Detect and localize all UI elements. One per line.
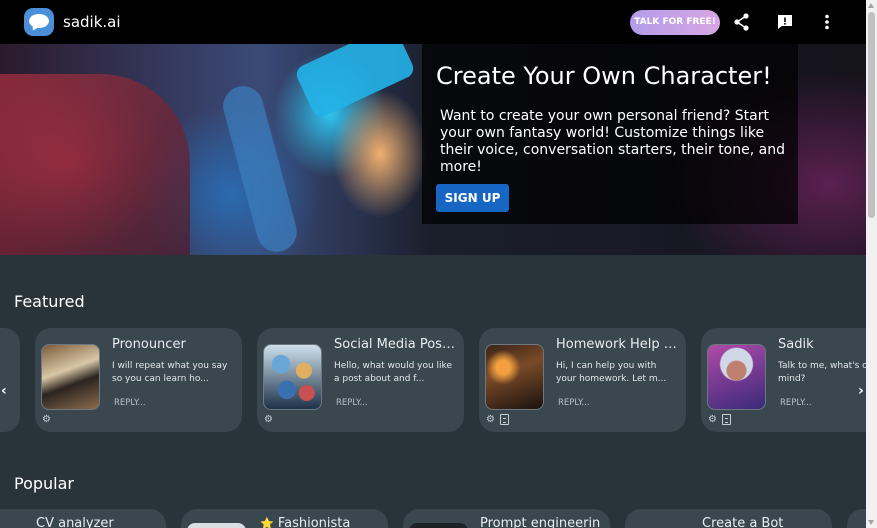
- card-name: Prompt engineerin: [480, 516, 601, 528]
- hero-panel: Create Your Own Character! Want to creat…: [422, 44, 798, 224]
- card-name: Homework Help AI...: [556, 337, 681, 352]
- sign-up-button[interactable]: SIGN UP: [436, 184, 509, 212]
- avatar: [485, 344, 544, 410]
- card-description: Hello, what would you like a post about …: [334, 361, 452, 384]
- popular-card-partial[interactable]: [847, 509, 866, 528]
- reply-link[interactable]: REPLY...: [558, 398, 590, 408]
- hero-image-tube: [218, 81, 302, 255]
- hero-image-helmet: [293, 44, 417, 120]
- carousel-next-icon[interactable]: ›: [858, 383, 864, 399]
- logo-icon[interactable]: [24, 8, 54, 36]
- avatar: [409, 523, 468, 528]
- card-description: I will repeat what you say so you can le…: [112, 361, 228, 384]
- featured-card-homework-help[interactable]: Homework Help AI... Hi, I can help you w…: [479, 328, 686, 432]
- card-badges: ⚙: [41, 414, 52, 426]
- reply-link[interactable]: REPLY...: [780, 398, 812, 408]
- popular-carousel: CV analyzer ⭐ Fashionista Prompt enginee…: [0, 509, 866, 528]
- card-name: Sadik: [778, 337, 814, 352]
- page-scrollbar[interactable]: [866, 0, 877, 528]
- carousel-prev-icon[interactable]: ‹: [1, 383, 7, 399]
- featured-card-pronouncer[interactable]: Pronouncer I will repeat what you say so…: [35, 328, 242, 432]
- featured-carousel: Pronouncer I will repeat what you say so…: [0, 328, 866, 432]
- avatar: [263, 344, 322, 410]
- popular-card-prompt-engineering[interactable]: Prompt engineerin: [403, 509, 610, 528]
- avatar: [41, 344, 100, 410]
- featured-section-title: Featured: [14, 292, 85, 311]
- more-vert-icon[interactable]: [817, 12, 837, 32]
- settings-icon: ⚙: [708, 414, 717, 425]
- settings-icon: ⚙: [264, 414, 273, 425]
- card-description: Hi, I can help you with your homework. L…: [556, 361, 667, 384]
- settings-icon: ⚙: [42, 414, 51, 425]
- talk-for-free-button[interactable]: TALK FOR FREE!: [630, 10, 720, 35]
- avatar: [187, 523, 246, 528]
- card-name: CV analyzer: [36, 516, 114, 528]
- reply-link[interactable]: REPLY...: [336, 398, 368, 408]
- hero-image-figure: [0, 74, 190, 255]
- feedback-icon[interactable]: [775, 12, 795, 32]
- popular-card-cv-analyzer[interactable]: CV analyzer: [0, 509, 166, 528]
- hero-banner: Create Your Own Character! Want to creat…: [0, 44, 866, 255]
- card-name: Social Media Post ...: [334, 337, 459, 352]
- popular-card-create-a-bot[interactable]: Create a Bot: [625, 509, 832, 528]
- card-badges: ⚙: [707, 414, 731, 426]
- scrollbar-thumb[interactable]: [868, 12, 875, 218]
- popular-card-fashionista[interactable]: ⭐ Fashionista: [181, 509, 388, 528]
- scroll-down-arrow-icon[interactable]: [868, 520, 874, 525]
- share-icon[interactable]: [732, 12, 752, 32]
- popular-section-title: Popular: [14, 474, 74, 493]
- card-description: Talk to me, what's on your mind?: [778, 361, 866, 384]
- card-badges: ⚙: [263, 414, 274, 426]
- card-name: Create a Bot: [702, 516, 784, 528]
- avatar: [707, 344, 766, 410]
- document-icon: [722, 414, 731, 425]
- app-title[interactable]: sadik.ai: [63, 13, 121, 31]
- card-badges: ⚙: [485, 414, 509, 426]
- hero-title: Create Your Own Character!: [436, 62, 772, 90]
- settings-icon: ⚙: [486, 414, 495, 425]
- hero-description: Want to create your own personal friend?…: [440, 108, 785, 175]
- reply-link[interactable]: REPLY...: [114, 398, 146, 408]
- card-name: Pronouncer: [112, 337, 186, 352]
- scroll-up-arrow-icon[interactable]: [868, 3, 874, 8]
- card-name: ⭐ Fashionista: [260, 516, 351, 528]
- featured-card-sadik[interactable]: Sadik Talk to me, what's on your mind? R…: [701, 328, 866, 432]
- top-bar: sadik.ai TALK FOR FREE!: [0, 0, 866, 44]
- featured-card-social-media-post[interactable]: Social Media Post ... Hello, what would …: [257, 328, 464, 432]
- document-icon: [500, 414, 509, 425]
- featured-card-partial[interactable]: [0, 328, 20, 432]
- star-icon: ⭐: [260, 517, 274, 528]
